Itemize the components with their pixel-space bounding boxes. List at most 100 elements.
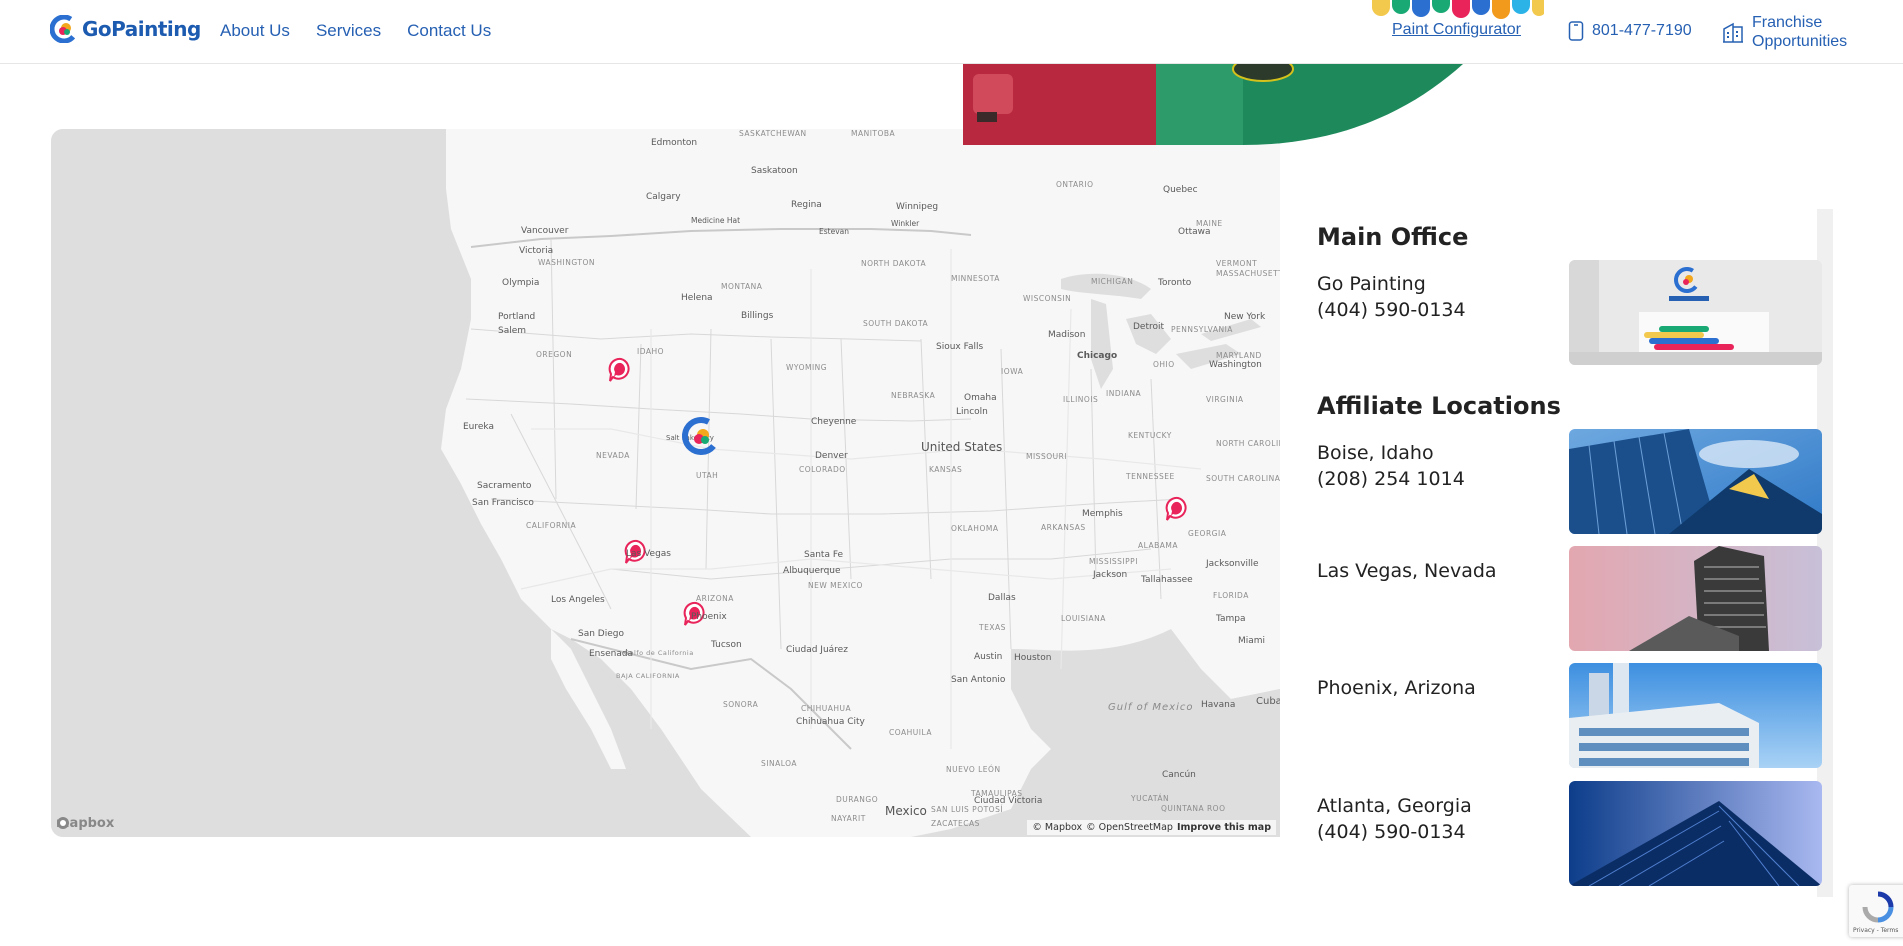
header-phone-link[interactable]: 801-477-7190 (1568, 21, 1692, 41)
map-label-state: MARYLAND (1216, 351, 1262, 360)
nav-about-us[interactable]: About Us (220, 21, 290, 41)
map-label-state: MICHIGAN (1091, 277, 1134, 286)
map-label-city: Chicago (1077, 351, 1118, 361)
map-attribution: © Mapbox © OpenStreetMap Improve this ma… (1027, 820, 1276, 835)
map-label-state: NEBRASKA (891, 391, 936, 400)
map-marker-main-office-icon[interactable] (681, 415, 721, 457)
affiliate-item-boise[interactable]: Boise, Idaho (208) 254 1014 (1317, 440, 1465, 492)
affiliate-item-las-vegas[interactable]: Las Vegas, Nevada (1317, 558, 1497, 584)
map-label-state: WISCONSIN (1023, 294, 1072, 303)
nav-services[interactable]: Services (316, 21, 381, 41)
map-label-state: SASKATCHEWAN (739, 129, 807, 138)
map-label-city: Victoria (519, 246, 554, 256)
affiliate-phone: (208) 254 1014 (1317, 468, 1465, 490)
map-label-state: WYOMING (786, 363, 828, 372)
map-label-state: OKLAHOMA (951, 524, 999, 533)
map-label-city: Calgary (646, 192, 681, 202)
map-label-state: CHIHUAHUA (801, 704, 852, 713)
map-label-state: SAN LUIS POTOSÍ (931, 805, 1004, 814)
affiliate-city: Phoenix, Arizona (1317, 677, 1476, 699)
map-label-city: Cancún (1162, 770, 1196, 780)
affiliate-city: Atlanta, Georgia (1317, 795, 1472, 817)
mapbox-attribution-link[interactable]: © Mapbox (1032, 822, 1082, 833)
map-label-city: Denver (815, 451, 848, 461)
map-label-state: MINNESOTA (951, 274, 1000, 283)
paint-drips-icon (1372, 0, 1544, 19)
map-label-city: Lincoln (956, 407, 988, 417)
map-label-city: Sacramento (477, 481, 532, 491)
map-label-state: OHIO (1153, 360, 1175, 369)
franchise-line-1: Franchise (1752, 14, 1823, 31)
main-office-item[interactable]: Go Painting (404) 590-0134 (1317, 271, 1466, 323)
map-label-state: MANITOBA (851, 129, 896, 138)
map-label-state: LOUISIANA (1061, 614, 1106, 623)
header-phone-text: 801-477-7190 (1592, 22, 1692, 39)
affiliate-image-las-vegas (1569, 546, 1822, 651)
map-label-city: Omaha (964, 393, 997, 403)
affiliate-item-atlanta[interactable]: Atlanta, Georgia (404) 590-0134 (1317, 793, 1472, 845)
logo-link[interactable]: GoPainting (50, 15, 201, 43)
map-label-state: IOWA (1001, 367, 1024, 376)
map-label-city: Billings (741, 311, 774, 321)
mapbox-icon (57, 817, 69, 829)
locations-panel: Main Office Go Painting (404) 590-0134 A… (1280, 209, 1833, 897)
map-label-state: NORTH DAKOTA (861, 259, 927, 268)
recaptcha-privacy-terms[interactable]: Privacy - Terms (1853, 927, 1898, 934)
map-label-state: PENNSYLVANIA (1171, 325, 1233, 334)
mapbox-logo[interactable]: mapbox (56, 816, 114, 831)
map-label-state: NORTH CAROLINA (1216, 439, 1280, 448)
map-pin-atlanta[interactable] (1165, 496, 1191, 522)
map-label-state: SONORA (723, 700, 759, 709)
map-label-state: ALABAMA (1138, 541, 1178, 550)
map-label-country: Mexico (885, 804, 927, 818)
map-label-state: ZACATECAS (931, 819, 980, 828)
map-label-state: FLORIDA (1213, 591, 1249, 600)
affiliate-phone: (404) 590-0134 (1317, 821, 1466, 843)
franchise-link[interactable]: Franchise Opportunities (1722, 13, 1847, 51)
map-basemap (51, 129, 1280, 837)
map-label-state: ILLINOIS (1063, 395, 1099, 404)
improve-map-link[interactable]: Improve this map (1177, 822, 1271, 833)
map-label-city: Las Vegas (626, 549, 671, 559)
affiliate-image-atlanta (1569, 781, 1822, 886)
map-label-city: New York (1224, 312, 1266, 322)
map-label-state: TENNESSEE (1126, 472, 1175, 481)
map-label-state: YUCATÁN (1131, 794, 1170, 803)
map-label-city: Washington (1209, 360, 1262, 370)
map-label-city: Regina (791, 200, 822, 210)
map-label-city: Edmonton (651, 138, 698, 148)
map-label-city: Phoenix (691, 612, 727, 622)
map-label-city: Cuba (1256, 696, 1280, 707)
map-label-city: Tampa (1216, 614, 1246, 624)
map-label-city: Salem (498, 326, 527, 336)
site-header: GoPainting About Us Services Contact Us … (0, 0, 1903, 64)
map-label-state: MONTANA (721, 282, 763, 291)
map-label-city: Dallas (988, 593, 1016, 603)
map-label-water: Gulf of Mexico (1108, 702, 1194, 713)
map-label-city: Cheyenne (811, 417, 857, 427)
locations-map[interactable]: Edmonton Saskatoon SASKATCHEWAN MANITOBA… (51, 129, 1280, 837)
nav-contact-us[interactable]: Contact Us (407, 21, 491, 41)
map-label-city: Ciudad Juárez (786, 645, 848, 655)
affiliate-image-boise (1569, 429, 1822, 534)
map-label-state: WASHINGTON (538, 258, 595, 267)
map-pin-boise[interactable] (608, 357, 634, 383)
map-label-state: DURANGO (836, 795, 879, 804)
map-label-country: United States (921, 440, 1003, 454)
map-label-city: Memphis (1082, 509, 1123, 519)
map-label-city: Houston (1014, 653, 1052, 663)
phone-icon (1568, 21, 1584, 41)
map-label-city: Jackson (1093, 570, 1128, 580)
map-label-state: ARKANSAS (1041, 523, 1086, 532)
map-label-state: TEXAS (979, 623, 1006, 632)
recaptcha-badge[interactable]: Privacy - Terms (1849, 885, 1903, 937)
affiliate-item-phoenix[interactable]: Phoenix, Arizona (1317, 675, 1476, 701)
map-label-city: Ottawa (1178, 227, 1211, 237)
map-label-city: Helena (681, 293, 713, 303)
paint-configurator-link[interactable]: Paint Configurator (1392, 21, 1521, 39)
map-label-state: NUEVO LEÓN (946, 765, 1001, 774)
osm-attribution-link[interactable]: © OpenStreetMap (1086, 822, 1173, 833)
map-label-city: Tallahassee (1141, 575, 1193, 585)
affiliate-image-phoenix (1569, 663, 1822, 768)
map-label-state: MISSOURI (1026, 452, 1068, 461)
